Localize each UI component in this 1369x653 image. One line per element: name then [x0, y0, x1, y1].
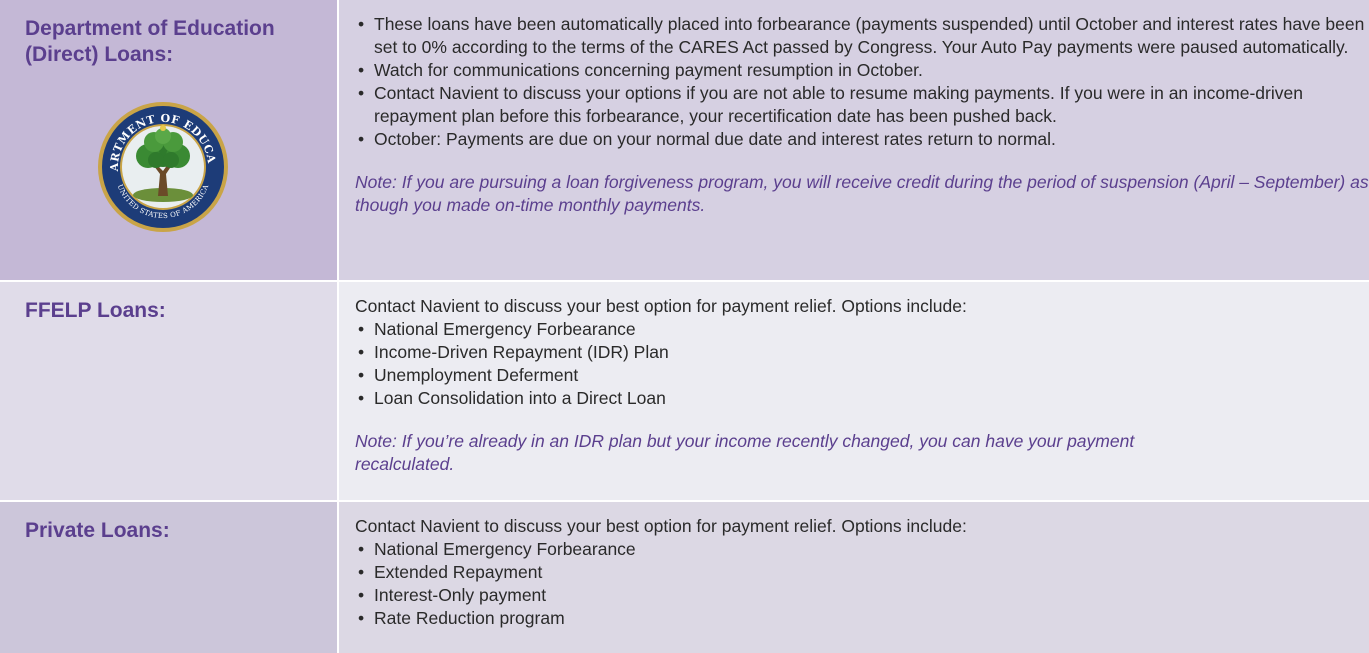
department-of-education-seal-icon: DEPARTMENT OF EDUCATION UNITED STATES OF… [96, 100, 228, 232]
list-item: Extended Repayment [355, 561, 1369, 584]
list-item: Loan Consolidation into a Direct Loan [355, 387, 1369, 410]
list-item: National Emergency Forbearance [355, 538, 1369, 561]
row-content-cell: These loans have been automatically plac… [339, 0, 1369, 280]
row-label-direct-loans: Department of Education (Direct) Loans: [25, 17, 275, 66]
list-item: Unemployment Deferment [355, 364, 1369, 387]
note-text: Note: If you’re already in an IDR plan b… [355, 431, 1135, 474]
row-label-cell: FFELP Loans: [0, 282, 337, 500]
list-item: Contact Navient to discuss your options … [355, 82, 1369, 128]
list-item: October: Payments are due on your normal… [355, 128, 1369, 151]
bullet-list: National Emergency Forbearance Income-Dr… [355, 318, 1369, 410]
loan-options-table: Department of Education (Direct) Loans: … [0, 0, 1369, 653]
row-label-private-loans: Private Loans: [25, 519, 170, 542]
row-label-cell: Private Loans: [0, 502, 337, 653]
list-item: Income-Driven Repayment (IDR) Plan [355, 341, 1369, 364]
list-item: Watch for communications concerning paym… [355, 59, 1369, 82]
bullet-list: National Emergency Forbearance Extended … [355, 538, 1369, 630]
list-item: National Emergency Forbearance [355, 318, 1369, 341]
intro-text: Contact Navient to discuss your best opt… [355, 296, 967, 316]
row-content-cell: Contact Navient to discuss your best opt… [339, 502, 1369, 653]
intro-text: Contact Navient to discuss your best opt… [355, 516, 967, 536]
bullet-list: These loans have been automatically plac… [355, 13, 1369, 151]
row-label-ffelp-loans: FFELP Loans: [25, 299, 166, 322]
list-item: These loans have been automatically plac… [355, 13, 1369, 59]
row-content-cell: Contact Navient to discuss your best opt… [339, 282, 1369, 500]
row-label-cell: Department of Education (Direct) Loans: … [0, 0, 337, 280]
table-row-ffelp-loans: FFELP Loans: Contact Navient to discuss … [0, 282, 1369, 500]
note-text: Note: If you are pursuing a loan forgive… [355, 172, 1369, 215]
table-row-private-loans: Private Loans: Contact Navient to discus… [0, 502, 1369, 653]
list-item: Interest-Only payment [355, 584, 1369, 607]
table-row-direct-loans: Department of Education (Direct) Loans: … [0, 0, 1369, 280]
list-item: Rate Reduction program [355, 607, 1369, 630]
